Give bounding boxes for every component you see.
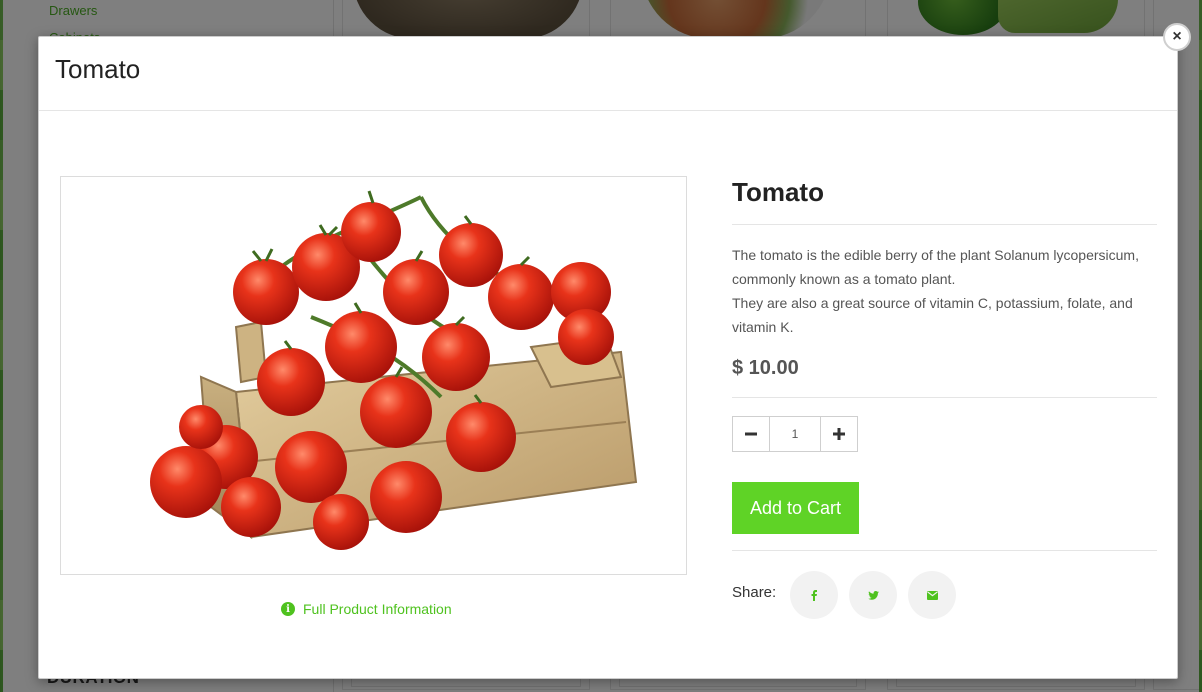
share-email-button[interactable] (908, 571, 956, 619)
minus-icon (745, 432, 757, 436)
product-title: Tomato (732, 175, 1157, 225)
share-facebook-button[interactable] (790, 571, 838, 619)
product-image (60, 176, 687, 575)
info-icon: i (281, 602, 295, 616)
full-product-information-link[interactable]: i Full Product Information (281, 601, 452, 617)
description-line: They are also a great source of vitamin … (732, 295, 1133, 335)
product-description: The tomato is the edible berry of the pl… (732, 243, 1157, 339)
divider (732, 550, 1157, 551)
plus-icon (833, 428, 845, 440)
product-price: $ 10.00 (732, 355, 1157, 398)
share-label: Share: (732, 583, 777, 601)
modal-header: Tomato (39, 37, 1177, 111)
twitter-icon (867, 590, 879, 600)
quick-view-modal: × Tomato i Full Product Information Toma… (38, 23, 1191, 679)
share-twitter-button[interactable] (849, 571, 897, 619)
description-line: The tomato is the edible berry of the pl… (732, 247, 1139, 287)
modal-title: Tomato (55, 54, 141, 84)
share-row: Share: (732, 571, 1157, 619)
envelope-icon (926, 590, 938, 600)
add-to-cart-button[interactable]: Add to Cart (732, 482, 859, 534)
increase-quantity-button[interactable] (820, 416, 858, 452)
full-product-information-label: Full Product Information (303, 601, 452, 617)
close-button[interactable]: × (1163, 23, 1191, 51)
quantity-stepper: 1 (732, 416, 1157, 452)
tomato-crate-illustration (150, 190, 638, 550)
product-details: Tomato The tomato is the edible berry of… (732, 175, 1157, 619)
decrease-quantity-button[interactable] (732, 416, 770, 452)
facebook-icon (811, 589, 817, 601)
quantity-input[interactable]: 1 (770, 416, 820, 452)
close-icon: × (1172, 28, 1182, 45)
